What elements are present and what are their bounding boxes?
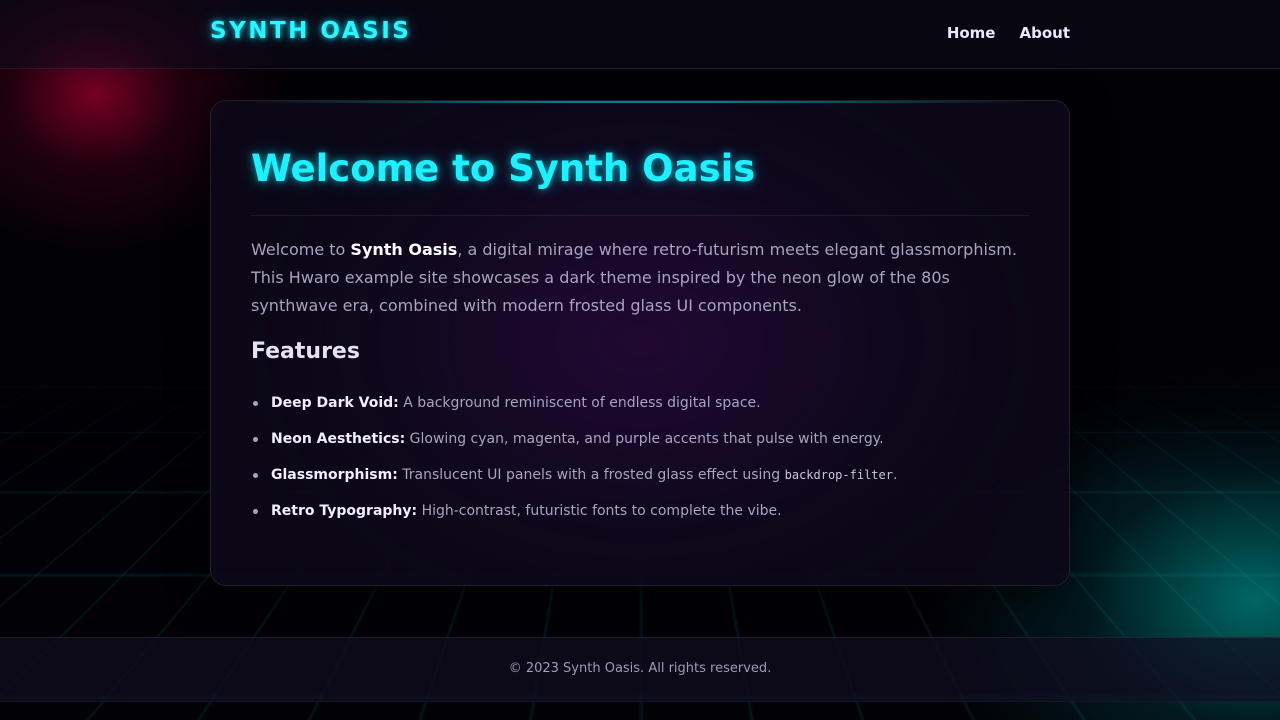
site-header: SYNTH OASIS Home About <box>0 0 1280 69</box>
bullet-icon <box>253 509 258 514</box>
feature-term: Neon Aesthetics: <box>271 431 406 447</box>
feature-code-snippet: backdrop-filter <box>784 468 893 482</box>
feature-term: Deep Dark Void: <box>271 395 399 411</box>
card-top-glow-line <box>251 101 1029 103</box>
feature-description: High-contrast, futuristic fonts to compl… <box>421 503 782 519</box>
nav-link-home[interactable]: Home <box>947 24 996 42</box>
title-divider <box>251 215 1029 216</box>
intro-text-before: Welcome to <box>251 240 351 259</box>
site-footer: © 2023 Synth Oasis. All rights reserved. <box>0 637 1280 702</box>
footer-copyright: © 2023 Synth Oasis. All rights reserved. <box>508 661 772 676</box>
feature-item-glassmorphism: Glassmorphism: Translucent UI panels wit… <box>251 465 1041 501</box>
feature-description: Glowing cyan, magenta, and purple accent… <box>409 431 884 447</box>
feature-description: A background reminiscent of endless digi… <box>403 395 761 411</box>
bullet-icon <box>253 401 258 406</box>
feature-suffix: . <box>892 467 898 483</box>
features-list: Deep Dark Void: A background reminiscent… <box>251 393 1041 537</box>
intro-paragraph: Welcome to Synth Oasis, a digital mirage… <box>251 236 1035 320</box>
page-title: Welcome to Synth Oasis <box>251 147 756 190</box>
glass-content-card: Welcome to Synth Oasis Welcome to Synth … <box>210 100 1070 586</box>
intro-brand-name: Synth Oasis <box>350 240 458 259</box>
feature-item-retro-typography: Retro Typography: High-contrast, futuris… <box>251 501 1041 537</box>
bullet-icon <box>253 437 258 442</box>
feature-description: Translucent UI panels with a frosted gla… <box>402 467 785 483</box>
main-nav: Home About <box>947 24 1070 42</box>
feature-term: Retro Typography: <box>271 503 418 519</box>
feature-item-deep-dark-void: Deep Dark Void: A background reminiscent… <box>251 393 1041 429</box>
feature-term: Glassmorphism: <box>271 467 398 483</box>
features-heading: Features <box>251 339 360 364</box>
site-logo-link[interactable]: SYNTH OASIS <box>210 18 411 44</box>
nav-link-about[interactable]: About <box>1019 24 1070 42</box>
page-background: SYNTH OASIS Home About Welcome to Synth … <box>0 0 1280 720</box>
bullet-icon <box>253 473 258 478</box>
feature-item-neon-aesthetics: Neon Aesthetics: Glowing cyan, magenta, … <box>251 429 1041 465</box>
